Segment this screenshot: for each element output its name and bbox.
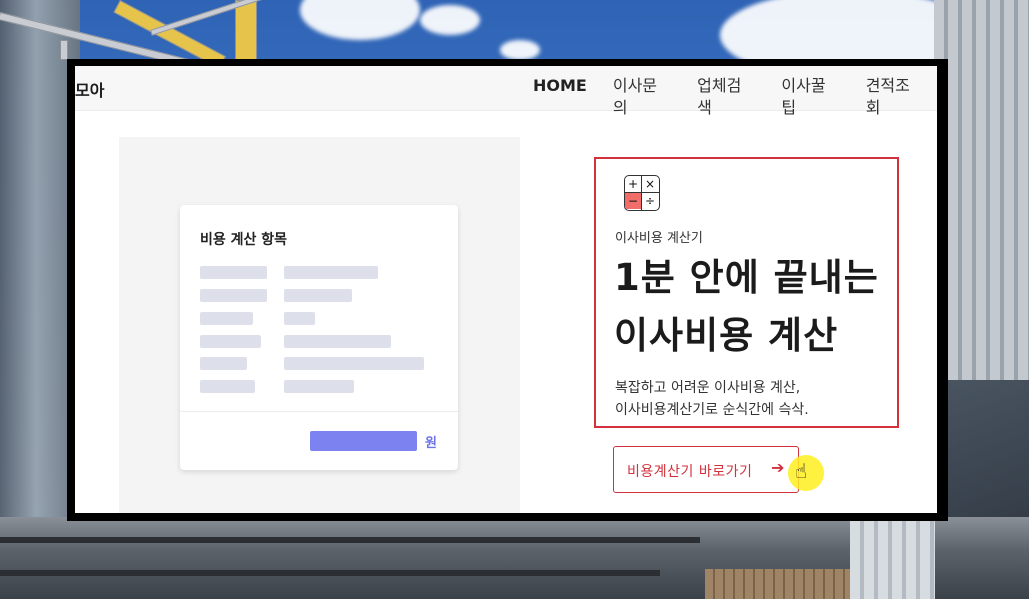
minus-glyph: − (625, 193, 641, 209)
total-amount-bar (310, 431, 417, 451)
headline-line-1: 1분 안에 끝내는 (614, 256, 879, 299)
placeholder-value-bar (284, 289, 352, 302)
browser-frame: 모아 HOME 이사문의 업체검색 이사꿀팁 견적조회 비용 계산 항목 원 +… (67, 59, 948, 521)
web-page: 모아 HOME 이사문의 업체검색 이사꿀팁 견적조회 비용 계산 항목 원 +… (75, 66, 937, 513)
nav-item-quote-lookup[interactable]: 견적조회 (853, 75, 937, 119)
placeholder-label-bar (200, 266, 267, 279)
placeholder-label-bar (200, 335, 261, 348)
calculator-icon: + × − ÷ (624, 175, 660, 211)
placeholder-label-bar (200, 289, 267, 302)
nav-menu: HOME 이사문의 업체검색 이사꿀팁 견적조회 (520, 75, 937, 119)
hero-highlight-box: + × − ÷ 이사비용 계산기 1분 안에 끝내는 이사비용 계산 복잡하고 … (594, 157, 899, 428)
top-navigation: 모아 HOME 이사문의 업체검색 이사꿀팁 견적조회 (75, 66, 937, 117)
placeholder-value-bar (284, 312, 315, 325)
placeholder-value-bar (284, 335, 391, 348)
card-title: 비용 계산 항목 (200, 232, 288, 248)
scaffold-beam (235, 0, 257, 60)
truck-rail (0, 537, 700, 543)
headline-line-2: 이사비용 계산 (614, 314, 839, 357)
cloud (420, 5, 480, 35)
brand-logo[interactable]: 모아 (75, 77, 104, 101)
scaffold-beam (60, 40, 68, 60)
plus-glyph: + (627, 177, 639, 191)
nav-item-company-search[interactable]: 업체검색 (684, 75, 768, 119)
placeholder-label-bar (200, 357, 247, 370)
cost-items-card: 비용 계산 항목 원 (180, 205, 458, 470)
cta-label: 비용계산기 바로가기 (627, 464, 753, 480)
placeholder-value-bar (284, 266, 378, 279)
hero-headline: 1분 안에 끝내는 이사비용 계산 (614, 249, 879, 365)
truck-rail (0, 570, 660, 576)
placeholder-label-bar (200, 380, 255, 393)
nav-item-home[interactable]: HOME (520, 75, 600, 119)
arrow-right-icon: ➔ (771, 458, 785, 477)
description-line-1: 복잡하고 어려운 이사비용 계산, (615, 380, 801, 396)
calc-divider (625, 192, 659, 193)
truck-siding (850, 517, 935, 599)
placeholder-value-bar (284, 357, 424, 370)
nav-item-moving-inquiry[interactable]: 이사문의 (600, 75, 684, 119)
divide-glyph: ÷ (644, 194, 656, 208)
currency-label: 원 (425, 436, 437, 451)
cloud (500, 40, 540, 60)
hero-eyebrow: 이사비용 계산기 (615, 231, 703, 246)
nav-item-moving-tips[interactable]: 이사꿀팁 (768, 75, 852, 119)
calc-divider (641, 176, 642, 210)
fence (705, 569, 850, 599)
times-glyph: × (644, 177, 656, 191)
card-divider (180, 411, 458, 412)
cost-calculator-button[interactable]: 비용계산기 바로가기 ➔ (613, 446, 799, 493)
placeholder-value-bar (284, 380, 354, 393)
description-line-2: 이사비용계산기로 순식간에 슥삭. (615, 402, 809, 418)
hand-pointer-icon: ☝ (795, 459, 808, 483)
placeholder-label-bar (200, 312, 253, 325)
hero-description: 복잡하고 어려운 이사비용 계산, 이사비용계산기로 순식간에 슥삭. (615, 377, 809, 421)
